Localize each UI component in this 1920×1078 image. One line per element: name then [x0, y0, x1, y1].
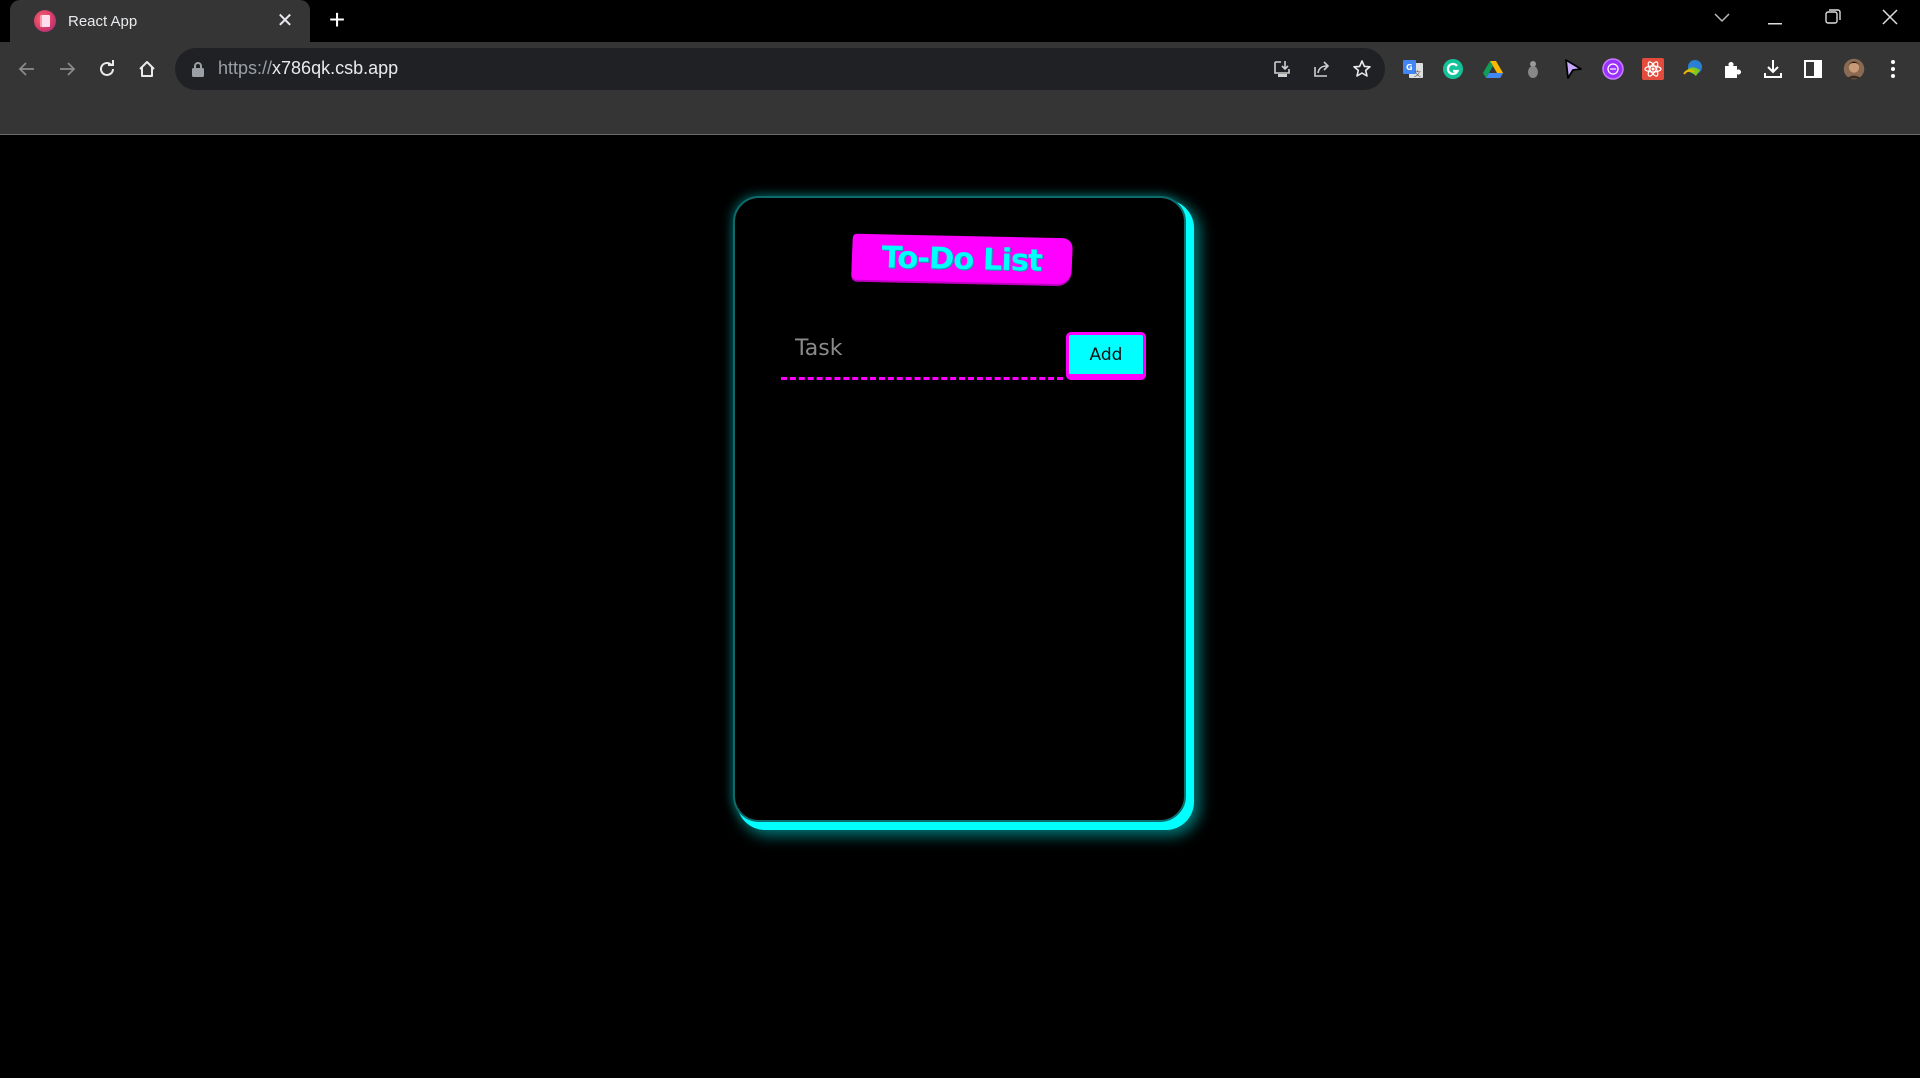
google-drive-extension[interactable]: [1480, 56, 1506, 82]
svg-text:文: 文: [1414, 69, 1421, 78]
profile-avatar[interactable]: [1839, 54, 1869, 84]
share-icon: [1314, 61, 1330, 77]
tab-title: React App: [68, 12, 138, 30]
google-drive-icon: [1483, 61, 1503, 78]
page-title: To-Do List: [881, 239, 1043, 279]
purple-chat-extension-icon: [1602, 58, 1624, 80]
reload-button[interactable]: [90, 52, 124, 86]
install-app-icon: [1274, 61, 1290, 77]
close-window-icon: [1882, 9, 1898, 25]
task-input[interactable]: [781, 320, 1063, 380]
menu-kebab-icon: [1891, 60, 1895, 78]
bookmarks-bar: [0, 96, 1920, 135]
extensions-button[interactable]: [1720, 56, 1746, 82]
minimize-icon: [1768, 23, 1782, 25]
tab-search-button[interactable]: [1702, 4, 1742, 34]
close-window-button[interactable]: [1870, 4, 1910, 34]
address-bar[interactable]: https://x786qk.csb.app: [175, 48, 1385, 90]
cursor-extension[interactable]: [1560, 56, 1586, 82]
extensions-puzzle-icon: [1725, 62, 1741, 78]
grammarly-extension[interactable]: [1440, 56, 1466, 82]
bug-extension-icon: [1528, 61, 1538, 78]
react-app-favicon: [34, 10, 56, 32]
svg-text:G: G: [1406, 63, 1413, 72]
grammarly-icon: [1443, 59, 1463, 79]
todo-card: To-Do List Add: [733, 196, 1186, 822]
browser-titlebar: React App ✕ +: [0, 0, 1920, 42]
lock-icon[interactable]: [191, 61, 205, 77]
chevron-down-icon: [1714, 13, 1730, 23]
bug-extension[interactable]: [1520, 56, 1546, 82]
cursor-extension-icon: [1565, 59, 1582, 79]
purple-chat-extension[interactable]: [1600, 56, 1626, 82]
google-translate-extension[interactable]: G文: [1400, 56, 1426, 82]
google-translate-icon: G文: [1403, 60, 1423, 78]
url-text[interactable]: https://x786qk.csb.app: [218, 58, 398, 79]
arrow-right-icon: [60, 62, 76, 76]
downloads-button[interactable]: [1760, 56, 1786, 82]
react-devtools-extension[interactable]: [1640, 56, 1666, 82]
home-button[interactable]: [130, 52, 164, 86]
side-panel-button[interactable]: [1800, 56, 1826, 82]
install-app-button[interactable]: [1270, 57, 1294, 81]
react-devtools-icon: [1642, 58, 1664, 80]
close-icon[interactable]: ✕: [274, 10, 296, 32]
forward-button[interactable]: [50, 52, 84, 86]
new-tab-button[interactable]: +: [322, 6, 352, 36]
restore-icon: [1825, 9, 1841, 24]
bookmark-button[interactable]: [1350, 57, 1374, 81]
restore-button[interactable]: [1813, 4, 1853, 34]
url-host: x786qk.csb.app: [272, 58, 399, 78]
arrow-left-icon: [18, 62, 34, 76]
title-badge: To-Do List: [851, 233, 1073, 285]
download-manager-icon: [1683, 60, 1702, 76]
url-scheme: https://: [218, 58, 273, 78]
back-button[interactable]: [10, 52, 44, 86]
plus-icon: +: [328, 4, 346, 35]
profile-avatar-image: [1843, 58, 1865, 80]
browser-tab[interactable]: React App ✕: [10, 0, 310, 42]
browser-menu-button[interactable]: [1880, 56, 1906, 82]
add-task-button[interactable]: Add: [1066, 332, 1146, 380]
downloads-icon: [1764, 60, 1782, 78]
bookmark-star-icon: [1353, 60, 1371, 77]
download-manager-extension[interactable]: [1680, 56, 1706, 82]
minimize-button[interactable]: [1756, 4, 1796, 34]
share-button[interactable]: [1310, 57, 1334, 81]
side-panel-icon: [1804, 60, 1822, 78]
reload-icon: [100, 60, 114, 76]
home-icon: [139, 61, 155, 77]
